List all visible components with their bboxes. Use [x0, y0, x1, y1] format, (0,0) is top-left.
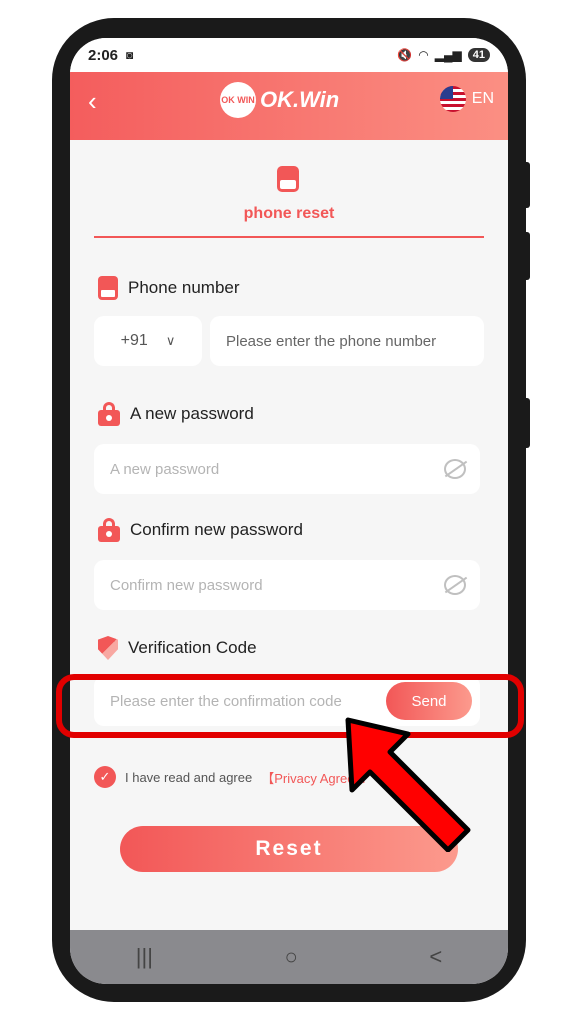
nav-back-icon[interactable]: <	[429, 944, 442, 970]
volume-up-button	[522, 162, 530, 208]
tab-phone-reset[interactable]: phone reset	[70, 205, 508, 223]
phone-number-label-row: Phone number	[98, 276, 240, 300]
app-header: ‹ OK WIN OK.Win EN	[70, 72, 508, 140]
country-code-value: +91	[120, 332, 148, 349]
power-button	[522, 398, 530, 448]
lock-icon	[98, 402, 120, 426]
eye-hidden-icon[interactable]	[444, 459, 466, 479]
phone-icon	[277, 166, 299, 192]
status-bar: 2:06 ◙ 🔇 ◠ ▂▄▆ 41	[70, 38, 508, 72]
battery-indicator: 41	[467, 48, 490, 62]
phone-number-placeholder: Please enter the phone number	[226, 332, 437, 350]
phone-number-label: Phone number	[128, 278, 240, 297]
chevron-down-icon: ∨	[165, 333, 176, 348]
confirm-password-label-row: Confirm new password	[98, 518, 303, 542]
eye-hidden-icon[interactable]	[444, 575, 466, 595]
confirm-password-input[interactable]: Confirm new password	[94, 560, 480, 610]
language-switcher[interactable]: EN	[439, 86, 494, 112]
volume-down-button	[522, 232, 530, 280]
wifi-icon: ◠	[418, 48, 429, 62]
status-time: 2:06	[88, 46, 119, 64]
agreement-text: I have read and agree	[125, 769, 253, 785]
screen-record-icon: ◙	[126, 48, 134, 62]
language-label: EN	[471, 90, 494, 107]
brand-logo: OK WIN OK.Win	[220, 82, 339, 118]
new-password-input[interactable]: A new password	[94, 444, 480, 494]
recents-icon[interactable]: |||	[136, 944, 153, 970]
phone-number-input[interactable]: Please enter the phone number	[210, 316, 484, 366]
home-icon[interactable]: ○	[285, 944, 298, 970]
signal-icon: ▂▄▆	[434, 48, 462, 62]
agreement-row: ✓ I have read and agree 【Privacy Agreem	[94, 766, 365, 788]
pointer-arrow-icon	[345, 717, 471, 852]
verification-label-row: Verification Code	[98, 636, 257, 660]
new-password-label-row: A new password	[98, 402, 254, 426]
us-flag-icon	[439, 86, 466, 112]
system-nav-bar: ||| ○ <	[70, 930, 508, 984]
back-chevron-icon[interactable]: ‹	[88, 86, 97, 117]
confirm-password-label: Confirm new password	[130, 520, 303, 539]
lock-icon	[98, 518, 120, 542]
status-icons: 🔇 ◠ ▂▄▆ 41	[397, 48, 490, 62]
shield-icon	[98, 636, 118, 660]
mute-icon: 🔇	[397, 48, 413, 62]
new-password-label: A new password	[130, 404, 254, 423]
verification-label: Verification Code	[128, 638, 257, 657]
tab-underline	[94, 236, 484, 238]
logo-mark: OK WIN	[220, 82, 256, 118]
confirm-password-placeholder: Confirm new password	[110, 576, 263, 594]
new-password-placeholder: A new password	[110, 460, 220, 478]
country-code-select[interactable]: +91 ∨	[94, 316, 202, 366]
phone-icon	[98, 276, 118, 300]
checkbox-checked-icon[interactable]: ✓	[94, 766, 116, 788]
brand-name: OK.Win	[260, 87, 340, 112]
